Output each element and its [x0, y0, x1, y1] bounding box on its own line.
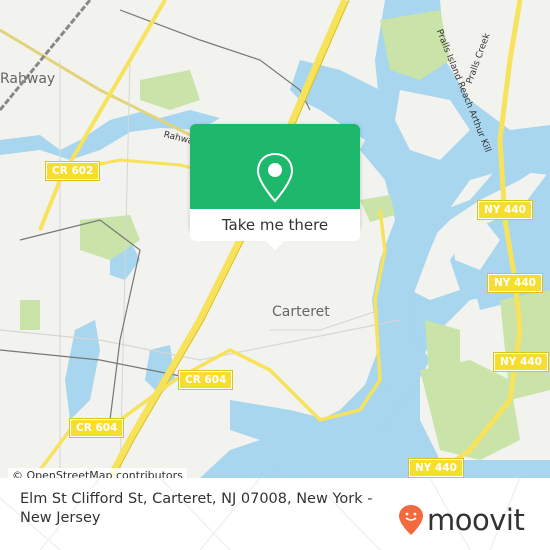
take-me-there-button[interactable]: Take me there	[190, 209, 360, 241]
brand-name: moovit	[427, 502, 525, 537]
road-shield-ny440: NY 440	[477, 200, 533, 220]
map-view[interactable]: Rahway Carteret Rahway Pralls Island Rea…	[0, 0, 550, 478]
rail	[0, 0, 92, 111]
popup-header	[190, 124, 360, 209]
park	[425, 320, 460, 390]
moovit-pin-icon	[399, 505, 423, 535]
popup-pointer	[266, 241, 284, 250]
moovit-logo[interactable]: moovit	[398, 502, 525, 537]
park	[360, 195, 395, 222]
location-pin-icon	[256, 152, 294, 203]
place-label-rahway: Rahway	[0, 71, 56, 87]
footer: Elm St Clifford St, Carteret, NJ 07008, …	[0, 478, 550, 550]
park	[20, 300, 40, 330]
road-shield-cr602: CR 602	[44, 161, 101, 181]
map-attribution[interactable]: © OpenStreetMap contributors	[8, 468, 187, 478]
road-shield-ny440: NY 440	[408, 458, 464, 478]
place-label-carteret: Carteret	[272, 304, 330, 320]
road-shield-ny440: NY 440	[487, 273, 543, 293]
park	[140, 70, 200, 110]
road-shield-cr604: CR 604	[177, 370, 234, 390]
road-shield-ny440: NY 440	[493, 352, 549, 372]
location-popup: Take me there	[190, 124, 360, 250]
address-text: Elm St Clifford St, Carteret, NJ 07008, …	[20, 491, 373, 526]
road-shield-cr604: CR 604	[68, 418, 125, 438]
